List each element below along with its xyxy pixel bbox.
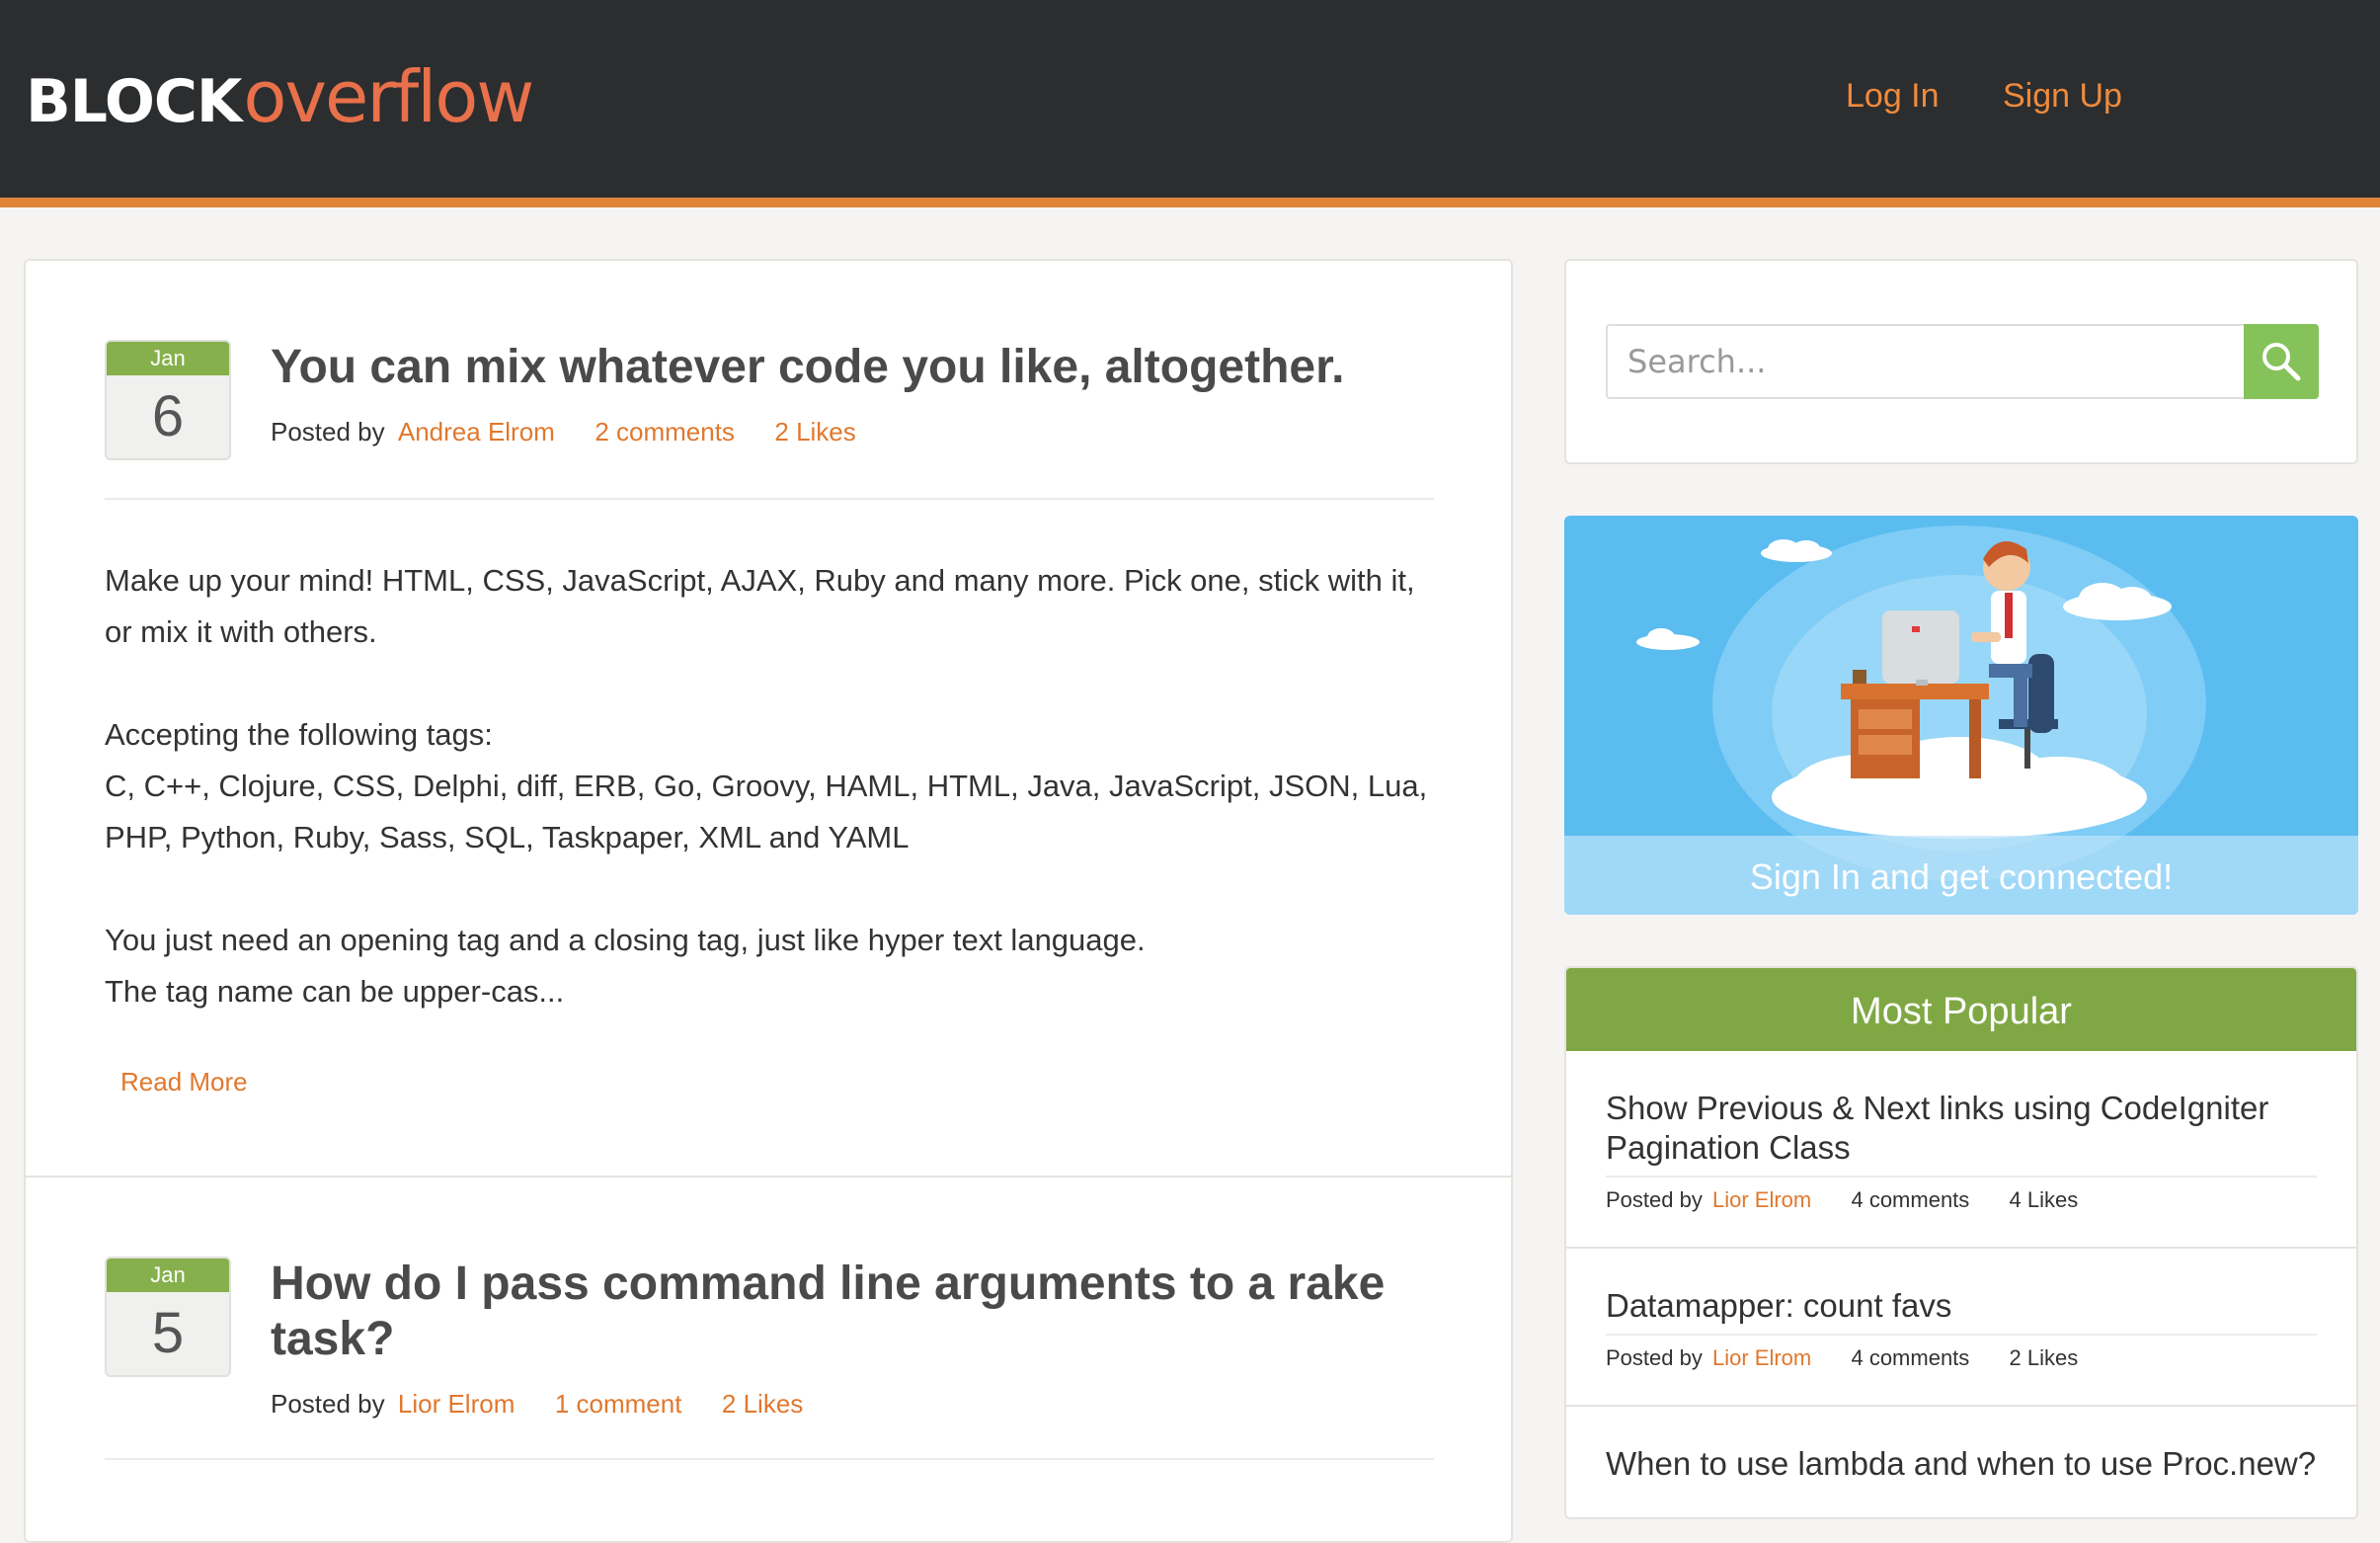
popular-comments-count: 4 comments [1851,1345,1970,1370]
post-author-link[interactable]: Andrea Elrom [398,417,555,447]
popular-item: Show Previous & Next links using CodeIgn… [1606,1089,2317,1213]
post-likes-link[interactable]: 2 Likes [774,417,855,447]
logo-overflow-text: overflow [243,55,534,138]
excerpt-paragraph: You just need an opening tag and a closi… [105,923,1146,1009]
most-popular-heading: Most Popular [1566,968,2356,1051]
post-likes-link[interactable]: 2 Likes [722,1389,803,1419]
search-button[interactable] [2244,324,2319,399]
excerpt-paragraph: Make up your mind! HTML, CSS, JavaScript… [105,563,1415,649]
top-navbar: BLOCK overflow Log In Sign Up [0,0,2380,207]
popular-author-link[interactable]: Lior Elrom [1712,1345,1811,1370]
post-excerpt: Make up your mind! HTML, CSS, JavaScript… [105,555,1428,1069]
posted-by-label: Posted by [271,1389,385,1419]
popular-item: When to use lambda and when to use Proc.… [1606,1444,2317,1484]
post-month: Jan [107,1259,229,1292]
login-link[interactable]: Log In [1846,77,1940,116]
signin-promo-banner[interactable]: Sign In and get connected! [1564,516,2358,915]
post-date-badge: Jan 5 [105,1257,231,1377]
most-popular-card: Most Popular Show Previous & Next links … [1564,966,2358,1519]
post-meta: Posted by Lior Elrom 1 comment 2 Likes [271,1389,803,1420]
post-title[interactable]: You can mix whatever code you like, alto… [271,340,1426,395]
popular-item-divider [1606,1176,2317,1178]
post-divider [105,498,1434,500]
popular-likes-count: 4 Likes [2009,1187,2079,1212]
promo-caption: Sign In and get connected! [1564,836,2358,915]
logo-block-text: BLOCK [26,67,242,136]
popular-item-divider [1606,1334,2317,1336]
post-month: Jan [107,342,229,375]
post-separator [26,1176,1511,1178]
popular-item: Datamapper: count favs Posted by Lior El… [1606,1286,2317,1371]
popular-item-title[interactable]: Datamapper: count favs [1606,1286,2317,1326]
popular-item-title[interactable]: When to use lambda and when to use Proc.… [1606,1444,2317,1484]
post-comments-link[interactable]: 2 comments [595,417,735,447]
popular-author-link[interactable]: Lior Elrom [1712,1187,1811,1212]
popular-separator [1566,1247,2356,1249]
post-author-link[interactable]: Lior Elrom [398,1389,515,1419]
signup-link[interactable]: Sign Up [2003,77,2122,116]
search-card [1564,259,2358,464]
popular-comments-count: 4 comments [1851,1187,1970,1212]
popular-item-meta: Posted by Lior Elrom 4 comments 2 Likes [1606,1345,2317,1371]
posted-by-label: Posted by [1606,1345,1703,1370]
popular-separator [1566,1405,2356,1407]
post-day: 5 [151,1301,185,1365]
popular-item-title[interactable]: Show Previous & Next links using CodeIgn… [1606,1089,2317,1168]
site-logo[interactable]: BLOCK overflow [26,55,534,144]
popular-item-meta: Posted by Lior Elrom 4 comments 4 Likes [1606,1187,2317,1213]
post-title[interactable]: How do I pass command line arguments to … [271,1257,1426,1367]
post-comments-link[interactable]: 1 comment [555,1389,682,1419]
excerpt-paragraph: Accepting the following tags: C, C++, Cl… [105,717,1428,854]
search-icon [2262,343,2301,381]
posts-card: Jan 6 You can mix whatever code you like… [24,259,1513,1543]
post-divider [105,1458,1434,1460]
post-day: 6 [151,384,185,448]
search-input[interactable] [1606,324,2244,399]
popular-likes-count: 2 Likes [2009,1345,2079,1370]
read-more-link[interactable]: Read More [120,1067,248,1097]
post-date-badge: Jan 6 [105,340,231,460]
posted-by-label: Posted by [1606,1187,1703,1212]
posted-by-label: Posted by [271,417,385,447]
post-meta: Posted by Andrea Elrom 2 comments 2 Like… [271,417,856,447]
